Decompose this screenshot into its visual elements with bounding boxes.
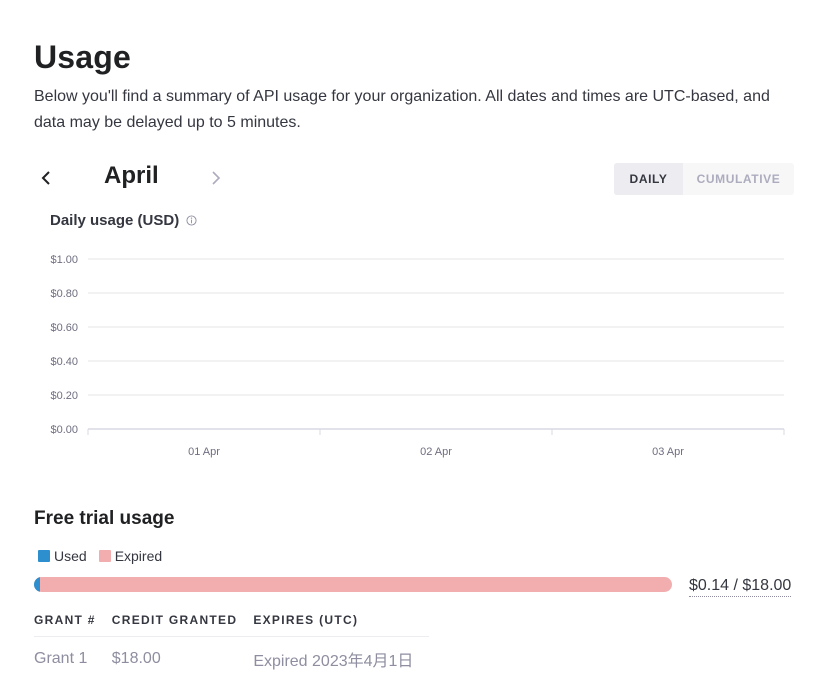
y-tick-label: $0.80 — [50, 288, 78, 300]
legend-expired: Expired — [98, 548, 163, 564]
daily-usage-chart: $0.00 $0.20 $0.40 $0.60 $0.80 $1.00 01 Apr 02 A… — [50, 254, 785, 458]
view-toggle: DAILY CUMULATIVE — [614, 163, 794, 195]
y-tick-label: $0.40 — [50, 356, 78, 368]
legend-used-label: Used — [54, 548, 87, 564]
cumulative-toggle-button[interactable]: CUMULATIVE — [683, 163, 794, 195]
previous-month-button[interactable] — [34, 164, 58, 192]
y-tick-label: $0.60 — [50, 322, 78, 334]
x-tick-label: 03 Apr — [652, 446, 684, 458]
table-row: Grant 1 $18.00 Expired 2023年4月1日 — [34, 637, 429, 672]
legend-expired-swatch — [98, 550, 111, 562]
grants-header-row: GRANT # CREDIT GRANTED EXPIRES (UTC) — [34, 612, 430, 637]
credit-granted-cell: $18.00 — [111, 650, 161, 667]
info-icon[interactable] — [186, 215, 197, 226]
page-title: Usage — [34, 39, 132, 76]
next-month-button[interactable] — [204, 164, 228, 192]
expires-header: EXPIRES (UTC) — [253, 612, 430, 637]
usage-legend: Used Expired — [38, 548, 174, 564]
month-navigation: April — [34, 160, 274, 196]
chart-title-text: Daily usage (USD) — [50, 212, 180, 229]
month-label: April — [104, 162, 159, 189]
y-tick-label: $0.20 — [50, 390, 78, 402]
grants-table: GRANT # CREDIT GRANTED EXPIRES (UTC) Gra… — [34, 612, 430, 672]
y-tick-label: $1.00 — [50, 254, 78, 266]
grant-number-header: GRANT # — [34, 612, 112, 637]
x-tick-label: 01 Apr — [188, 446, 220, 458]
chevron-right-icon — [212, 171, 221, 185]
chart-title: Daily usage (USD) — [50, 212, 197, 229]
legend-used-swatch — [38, 550, 50, 562]
y-tick-label: $0.00 — [50, 424, 78, 436]
chevron-left-icon — [41, 171, 50, 185]
legend-used: Used — [38, 548, 87, 564]
grant-name-cell: Grant 1 — [34, 650, 88, 667]
legend-expired-label: Expired — [114, 548, 163, 564]
usage-intro-text: Below you'll find a summary of API usage… — [34, 88, 770, 131]
credit-progress-bar — [34, 577, 672, 592]
daily-toggle-button[interactable]: DAILY — [614, 163, 683, 195]
free-trial-title: Free trial usage — [34, 508, 175, 529]
credit-usage-total[interactable]: $0.14 / $18.00 — [689, 577, 792, 597]
credit-used-fill — [34, 577, 40, 592]
credit-granted-header: CREDIT GRANTED — [111, 612, 254, 637]
x-tick-label: 02 Apr — [420, 446, 452, 458]
expires-cell: Expired 2023年4月1日 — [253, 653, 414, 670]
